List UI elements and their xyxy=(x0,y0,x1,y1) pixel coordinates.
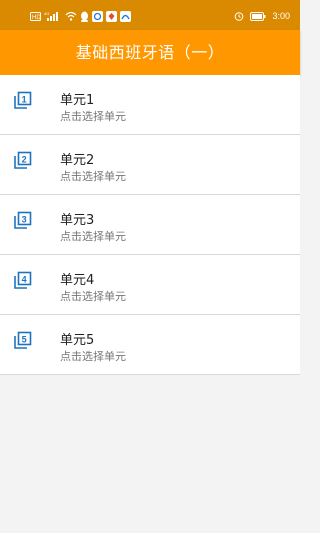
unit-subtitle: 点击选择单元 xyxy=(60,110,126,123)
status-icons-right: 3:00 xyxy=(234,10,290,22)
list-item-unit-2[interactable]: 2 单元2 点击选择单元 xyxy=(0,135,300,195)
hd-icon: HD xyxy=(30,11,41,21)
unit-title: 单元3 xyxy=(60,213,95,228)
svg-text:3: 3 xyxy=(22,214,27,224)
svg-text:5: 5 xyxy=(22,334,27,344)
unit-subtitle: 点击选择单元 xyxy=(60,170,126,183)
number-four-icon: 4 xyxy=(14,271,32,289)
svg-text:2: 2 xyxy=(22,154,27,164)
status-bar: HD 4G 3:00 xyxy=(0,0,300,30)
status-time: 3:00 xyxy=(272,11,290,21)
status-icons-left: HD 4G xyxy=(30,10,131,22)
app-bar: 基础西班牙语（一） xyxy=(0,30,300,75)
wifi-icon xyxy=(65,11,77,21)
svg-text:4: 4 xyxy=(22,274,27,284)
unit-title: 单元5 xyxy=(60,333,95,348)
list-item-unit-4[interactable]: 4 单元4 点击选择单元 xyxy=(0,255,300,315)
app-icon-3 xyxy=(120,10,131,22)
unit-subtitle: 点击选择单元 xyxy=(60,350,126,363)
list-item-unit-3[interactable]: 3 单元3 点击选择单元 xyxy=(0,195,300,255)
number-two-icon: 2 xyxy=(14,151,32,169)
unit-list: 1 单元1 点击选择单元 2 单元2 点击选择单元 3 单元3 点击选择单元 4… xyxy=(0,75,300,375)
battery-icon xyxy=(250,11,266,21)
qq-icon xyxy=(81,11,88,22)
number-five-icon: 5 xyxy=(14,331,32,349)
number-three-icon: 3 xyxy=(14,211,32,229)
unit-title: 单元2 xyxy=(60,153,95,168)
list-item-unit-1[interactable]: 1 单元1 点击选择单元 xyxy=(0,75,300,135)
alarm-icon xyxy=(235,12,244,21)
svg-text:1: 1 xyxy=(22,94,27,104)
unit-title: 单元1 xyxy=(60,93,95,108)
signal-icon: 4G xyxy=(44,11,58,21)
page-title: 基础西班牙语（一） xyxy=(75,43,225,62)
svg-text:HD: HD xyxy=(32,15,41,21)
unit-subtitle: 点击选择单元 xyxy=(60,290,126,303)
app-icon-2 xyxy=(106,10,117,22)
unit-title: 单元4 xyxy=(60,273,95,288)
number-one-icon: 1 xyxy=(14,91,32,109)
list-item-unit-5[interactable]: 5 单元5 点击选择单元 xyxy=(0,315,300,375)
app-icon-1 xyxy=(92,10,103,22)
svg-text:4G: 4G xyxy=(44,11,49,16)
unit-subtitle: 点击选择单元 xyxy=(60,230,126,243)
